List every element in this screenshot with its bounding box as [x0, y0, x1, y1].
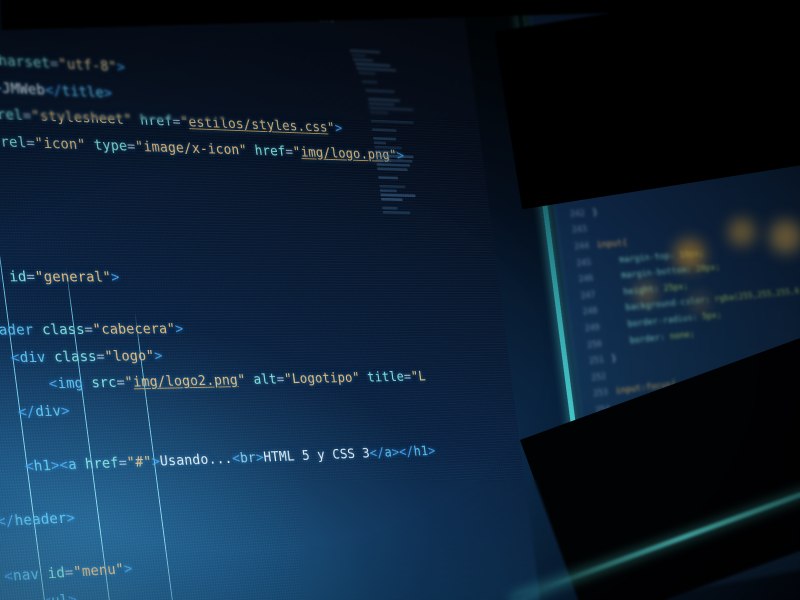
line-number: 244 [563, 238, 590, 256]
minimap-line [374, 146, 402, 150]
css-brace: } [592, 208, 598, 218]
token-tag: > [103, 84, 113, 101]
token-att: class [53, 348, 98, 366]
token-strl: img/logo2.png [132, 372, 239, 391]
code-line[interactable]: <section id="general"> [0, 262, 510, 290]
minimap-line [380, 189, 397, 192]
token-tagn: div [19, 348, 47, 365]
minimap-line [369, 102, 395, 106]
css-value: 10px; [679, 248, 705, 260]
left-editor-code[interactable]: <head> <meta charset="utf-8"> <title>JMW… [0, 12, 549, 600]
line-number: 243 [561, 222, 588, 240]
token-strl: estilos/styles.css [187, 114, 328, 136]
minimap-line [377, 167, 408, 171]
token-str: "stylesheet" [30, 107, 133, 128]
token-str: "Logotipo" [283, 370, 361, 388]
token-att: href [254, 142, 287, 159]
token-att: type [93, 136, 128, 154]
token-tagn: header [0, 322, 35, 340]
line-number: 246 [567, 271, 594, 290]
token-tagn: div [34, 402, 62, 420]
token-tagn: section [0, 267, 2, 285]
minimap-line [370, 111, 389, 114]
token-att: href [84, 454, 120, 472]
token-tag: > [116, 59, 126, 76]
token-tagn: h1 [33, 456, 52, 474]
token-tagn: img [56, 375, 84, 392]
token-str: " [237, 372, 247, 388]
token-att: rel [0, 133, 27, 151]
minimap-line [378, 176, 398, 179]
css-value: none; [669, 329, 695, 341]
minimap-line [383, 211, 411, 214]
minimap-line [351, 54, 365, 57]
minimap-line [375, 150, 398, 153]
token-tag: > [334, 120, 343, 136]
token-tag: > [153, 347, 163, 364]
token-str: "logo" [104, 347, 156, 364]
token-tag: > [110, 268, 120, 285]
minimap-line [366, 89, 395, 93]
token-tagn: header [14, 510, 68, 530]
css-selector: input{ [596, 238, 628, 250]
token-str: "icon" [34, 134, 87, 153]
token-att: alt [252, 371, 277, 388]
token-str: "general" [34, 268, 112, 285]
token-txt: HTML 5 y CSS 3 [262, 445, 370, 465]
token-str: "cabecera" [92, 321, 176, 338]
token-att: class [41, 321, 86, 338]
css-value: 5px; [702, 311, 723, 322]
minimap-line [372, 128, 397, 132]
code-line[interactable] [0, 290, 513, 318]
token-att: src [90, 374, 117, 391]
minimap-line [381, 198, 403, 201]
minimap-line [353, 58, 373, 62]
minimap-line [373, 137, 396, 140]
token-att: rel [0, 106, 24, 124]
minimap-line [375, 154, 413, 158]
token-tagn: nav [12, 566, 40, 585]
minimap-line [376, 163, 410, 167]
token-tag: > [123, 560, 134, 577]
css-property: border: [609, 332, 671, 348]
minimap-line [374, 141, 387, 144]
minimap-line [376, 159, 413, 163]
token-tag: > [65, 509, 76, 526]
minimap-line [371, 120, 414, 124]
token-str: "#" [126, 453, 153, 471]
line-number: 249 [574, 320, 601, 339]
token-tag: > [174, 321, 184, 338]
css-brace: } [611, 354, 617, 364]
minimap-line [379, 185, 405, 188]
token-tag: > [60, 402, 71, 419]
token-att: charset [0, 52, 51, 72]
monitor-photo: styles.css <file> > <type> > grafica 234… [0, 0, 800, 600]
minimap-line [380, 194, 415, 197]
left-editor-pane[interactable]: 012345 ◇ html><xmlns:hr-my-elem>>p>artic… [0, 0, 549, 600]
minimap-line [382, 207, 398, 210]
token-att: id [47, 564, 66, 582]
css-value: 25px; [663, 282, 689, 294]
minimap-line [362, 80, 378, 83]
token-txt: Usando... [159, 450, 233, 469]
token-str: "image/x-icon" [134, 138, 248, 158]
token-str: "utf-8" [57, 56, 118, 76]
token-tag: > [67, 590, 78, 600]
token-str: "menu" [72, 560, 125, 580]
css-value: 20px; [695, 263, 720, 275]
token-txt: JMWeb [1, 79, 46, 98]
token-tagn: a [67, 455, 78, 472]
line-number: 242 [559, 206, 586, 224]
minimap-line [358, 71, 375, 75]
token-tagn: title [61, 82, 105, 101]
minimap-line [368, 98, 400, 102]
token-att: href [139, 112, 174, 130]
